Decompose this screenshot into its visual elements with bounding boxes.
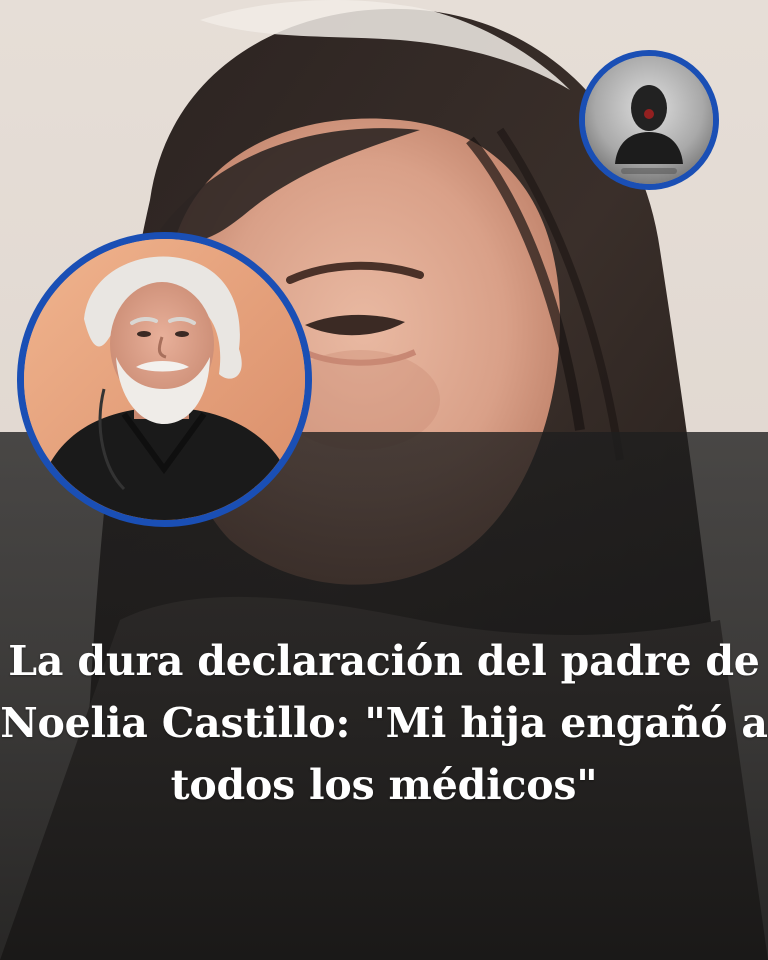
anonymous-silhouette-avatar [579, 50, 719, 190]
headline: La dura declaración del padre de Noelia … [0, 630, 768, 816]
headline-line-1: La dura declaración del padre de [8, 637, 760, 685]
silhouette-icon [585, 56, 713, 184]
headline-line-3: todos los médicos" [170, 761, 598, 809]
father-portrait-avatar [17, 232, 312, 527]
post-image: La dura declaración del padre de Noelia … [0, 0, 768, 960]
father-portrait-image [24, 239, 305, 520]
headline-line-2: Noelia Castillo: "Mi hija engañó a [0, 699, 768, 747]
